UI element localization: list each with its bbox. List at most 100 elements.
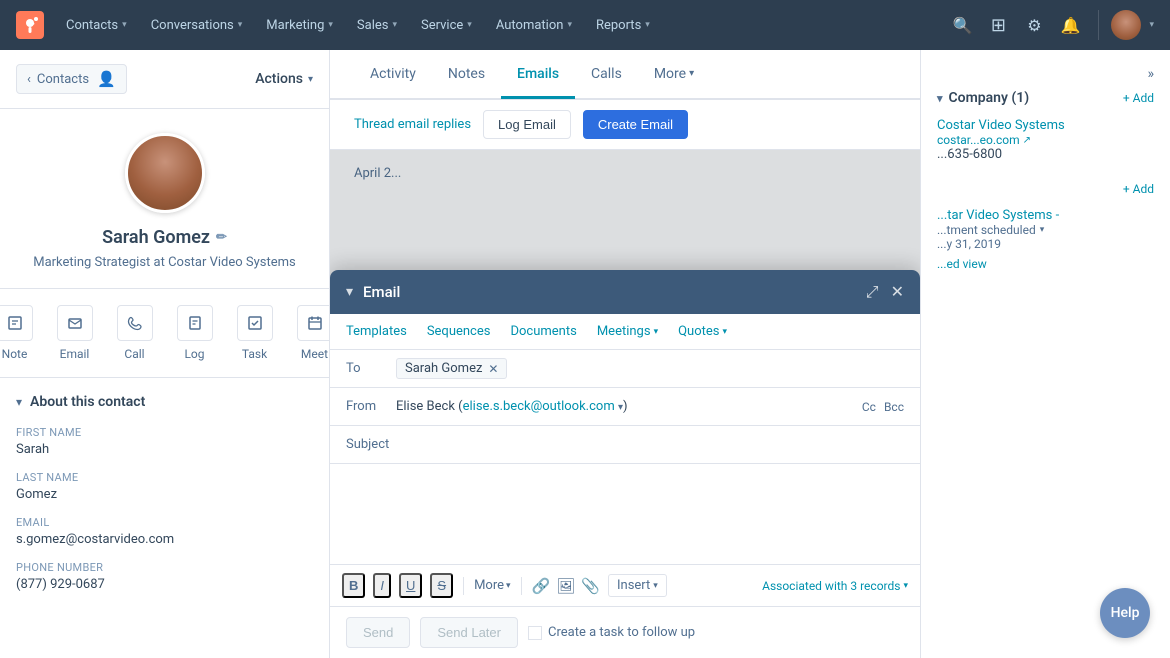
thread-email-link[interactable]: Thread email replies xyxy=(354,117,471,132)
nav-service[interactable]: Service▾ xyxy=(411,12,482,39)
create-email-button[interactable]: Create Email xyxy=(583,110,688,139)
company-name-link[interactable]: Costar Video Systems xyxy=(937,118,1154,133)
company-chevron-icon[interactable]: ▾ xyxy=(937,92,943,105)
log-button[interactable]: Log xyxy=(177,305,213,361)
compose-body-area[interactable] xyxy=(330,464,920,564)
tab-emails[interactable]: Emails xyxy=(501,52,575,99)
actions-button[interactable]: Actions ▾ xyxy=(255,71,313,87)
bcc-button[interactable]: Bcc xyxy=(884,400,904,414)
nav-contacts[interactable]: Contacts▾ xyxy=(56,12,137,39)
company-url-link[interactable]: costar...eo.com ↗ xyxy=(937,133,1154,147)
note-button[interactable]: Note xyxy=(0,305,33,361)
contact-avatar xyxy=(125,133,205,213)
insert-button[interactable]: Insert ▾ xyxy=(608,574,667,597)
compose-subject-row[interactable]: Subject xyxy=(330,426,920,464)
edit-name-icon[interactable]: ✏ xyxy=(216,230,227,245)
bold-button[interactable]: B xyxy=(342,573,365,598)
deals-section: + Add ...tar Video Systems - ...tment sc… xyxy=(937,182,1154,272)
follow-up-checkbox-container[interactable]: Create a task to follow up xyxy=(528,625,695,640)
sidebar-toggle[interactable]: » xyxy=(937,66,1154,82)
toolbar-quotes[interactable]: Quotes ▾ xyxy=(678,324,727,339)
main-content: Activity Notes Emails Calls More ▾ Threa… xyxy=(330,50,920,658)
modal-expand-icon[interactable]: ⤢ xyxy=(866,282,879,302)
from-label: From xyxy=(346,399,396,414)
about-chevron-icon: ▾ xyxy=(16,395,22,409)
tab-activity[interactable]: Activity xyxy=(354,52,432,99)
modal-toolbar: Templates Sequences Documents Meetings ▾… xyxy=(330,314,920,350)
link-icon[interactable]: 🔗 xyxy=(532,577,551,595)
email-button[interactable]: Email xyxy=(57,305,93,361)
to-label: To xyxy=(346,361,396,376)
marketplace-icon[interactable]: ⊞ xyxy=(982,9,1014,41)
tab-more[interactable]: More ▾ xyxy=(638,52,710,99)
toolbar-templates[interactable]: Templates xyxy=(346,324,407,339)
quotes-chevron-icon: ▾ xyxy=(723,327,728,337)
editor-icons: 🔗 🖼 📎 xyxy=(532,577,600,595)
toolbar-sequences[interactable]: Sequences xyxy=(427,324,491,339)
more-chevron-icon: ▾ xyxy=(506,581,511,591)
call-icon xyxy=(117,305,153,341)
add-deal-button[interactable]: + Add xyxy=(1123,182,1154,196)
notifications-icon[interactable]: 🔔 xyxy=(1054,9,1086,41)
modal-title: Email xyxy=(363,283,856,301)
modal-header-actions: ⤢ ✕ xyxy=(866,282,904,302)
modal-close-icon[interactable]: ✕ xyxy=(891,282,904,302)
chevron-icon: ▾ xyxy=(122,20,127,30)
modal-collapse-icon[interactable]: ▾ xyxy=(346,284,353,300)
nav-marketing[interactable]: Marketing▾ xyxy=(256,12,343,39)
send-button[interactable]: Send xyxy=(346,617,410,648)
remove-recipient-icon[interactable]: ✕ xyxy=(488,362,498,376)
insert-chevron-icon: ▾ xyxy=(653,581,658,591)
activity-area: April 2... ▾ Email ⤢ ✕ Templat xyxy=(330,150,920,658)
cc-button[interactable]: Cc xyxy=(862,400,876,414)
italic-button[interactable]: I xyxy=(373,573,391,598)
nav-automation[interactable]: Automation▾ xyxy=(486,12,582,39)
modal-overlay: ▾ Email ⤢ ✕ Templates Sequences Document… xyxy=(330,150,920,658)
toolbar-meetings[interactable]: Meetings ▾ xyxy=(597,324,658,339)
deal-name-link[interactable]: ...tar Video Systems - xyxy=(937,208,1154,223)
field-phone: Phone number (877) 929-0687 xyxy=(16,561,313,592)
subject-input[interactable] xyxy=(396,437,904,452)
field-last-name: Last name Gomez xyxy=(16,471,313,502)
add-company-button[interactable]: + Add xyxy=(1123,91,1154,105)
tab-calls[interactable]: Calls xyxy=(575,52,638,99)
tab-notes[interactable]: Notes xyxy=(432,52,501,99)
top-navigation: Contacts▾ Conversations▾ Marketing▾ Sale… xyxy=(0,0,1170,50)
user-avatar[interactable] xyxy=(1111,10,1141,40)
toolbar-separator xyxy=(463,577,464,595)
image-icon[interactable]: 🖼 xyxy=(556,577,575,595)
deal-status-chevron-icon: ▾ xyxy=(1040,225,1045,235)
company-section-header: ▾ Company (1) + Add xyxy=(937,90,1154,106)
deal-view-link[interactable]: ...ed view xyxy=(937,257,987,271)
email-icon xyxy=(57,305,93,341)
nav-reports[interactable]: Reports▾ xyxy=(586,12,660,39)
about-section: ▾ About this contact First name Sarah La… xyxy=(0,378,329,622)
nav-sales[interactable]: Sales▾ xyxy=(347,12,407,39)
task-button[interactable]: Task xyxy=(237,305,273,361)
log-email-button[interactable]: Log Email xyxy=(483,110,571,139)
from-email-link[interactable]: elise.s.beck@outlook.com xyxy=(463,399,615,414)
email-compose-modal: ▾ Email ⤢ ✕ Templates Sequences Document… xyxy=(330,270,920,658)
contact-title: Marketing Strategist at Costar Video Sys… xyxy=(33,254,296,272)
attachment-icon[interactable]: 📎 xyxy=(581,577,600,595)
nav-conversations[interactable]: Conversations▾ xyxy=(141,12,253,39)
back-to-contacts[interactable]: ‹ Contacts 👤 xyxy=(16,64,127,94)
user-menu-chevron: ▾ xyxy=(1149,20,1154,30)
associated-records-button[interactable]: Associated with 3 records ▾ xyxy=(762,579,908,593)
settings-icon[interactable]: ⚙ xyxy=(1018,9,1050,41)
underline-button[interactable]: U xyxy=(399,573,422,598)
send-later-button[interactable]: Send Later xyxy=(420,617,518,648)
about-header[interactable]: ▾ About this contact xyxy=(16,394,313,410)
sidebar-top-bar: ‹ Contacts 👤 Actions ▾ xyxy=(0,50,329,109)
field-email: Email s.gomez@costarvideo.com xyxy=(16,516,313,547)
strikethrough-button[interactable]: S xyxy=(430,573,453,598)
hubspot-logo[interactable] xyxy=(16,11,44,39)
search-icon[interactable]: 🔍 xyxy=(946,9,978,41)
follow-up-checkbox[interactable] xyxy=(528,626,542,640)
meet-button[interactable]: Meet xyxy=(297,305,331,361)
from-dropdown-icon[interactable]: ▾ xyxy=(618,402,623,413)
more-formatting-button[interactable]: More ▾ xyxy=(474,578,510,593)
toolbar-documents[interactable]: Documents xyxy=(510,324,576,339)
help-button[interactable]: Help xyxy=(1100,588,1150,638)
call-button[interactable]: Call xyxy=(117,305,153,361)
